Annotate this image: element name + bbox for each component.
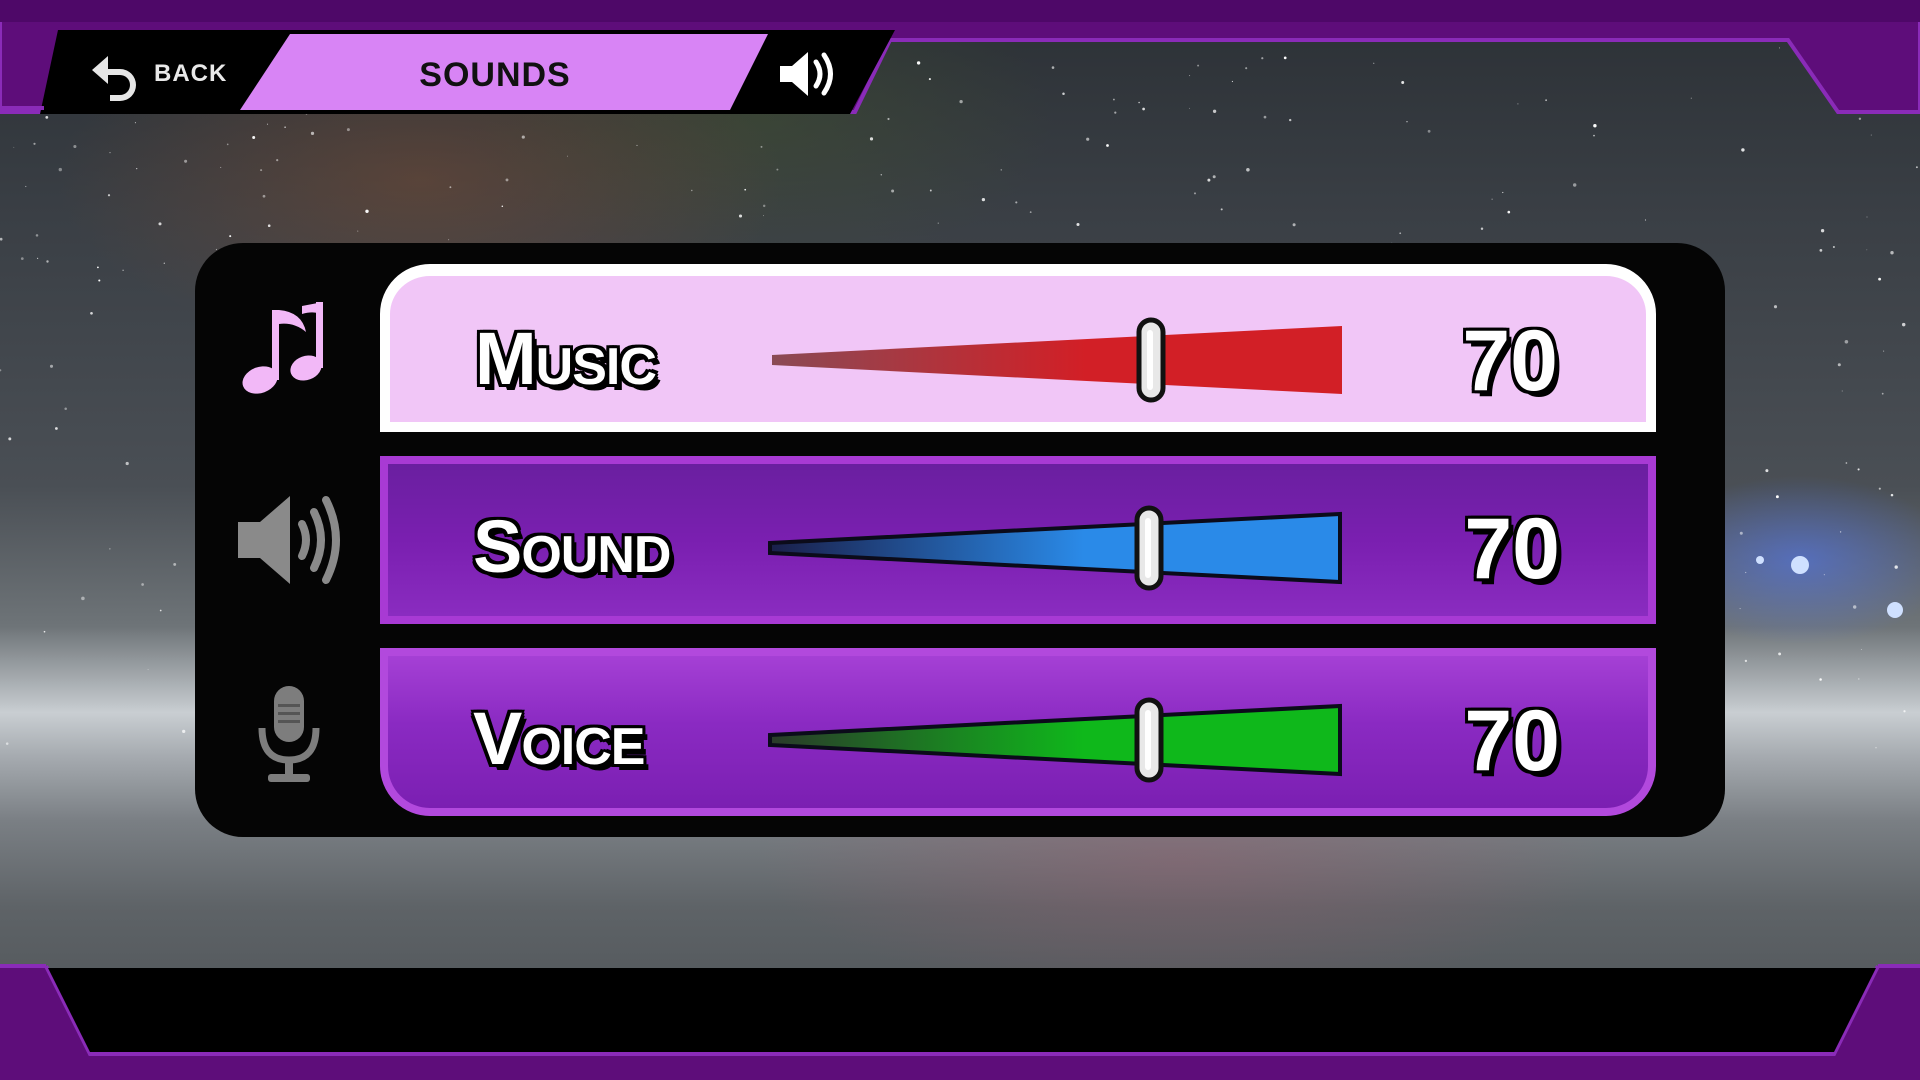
sound-volume-row[interactable]: Sound 70	[380, 456, 1656, 624]
music-volume-row[interactable]: Music 70	[380, 264, 1656, 432]
music-volume-slider[interactable]	[770, 276, 1370, 444]
back-label: BACK	[154, 60, 228, 87]
voice-label: Voice	[473, 697, 645, 780]
sound-label: Sound	[473, 505, 671, 588]
music-slider-graphic	[772, 317, 1342, 403]
sound-slider-graphic	[768, 505, 1342, 591]
microphone-icon	[258, 686, 320, 782]
back-button[interactable]: BACK	[86, 44, 227, 104]
sound-value: 70	[1464, 501, 1560, 597]
music-value: 70	[1462, 313, 1558, 409]
voice-volume-row[interactable]: Voice 70	[380, 648, 1656, 816]
top-frame	[0, 0, 1920, 114]
music-note-icon	[242, 302, 323, 394]
voice-value: 70	[1464, 693, 1560, 789]
voice-volume-slider[interactable]	[768, 656, 1368, 824]
sounds-settings-screen: BACK SOUNDS Music 70 Sound 70 Voice 70	[0, 0, 1920, 1080]
page-title: SOUNDS	[419, 55, 571, 94]
sound-volume-slider[interactable]	[768, 464, 1368, 632]
music-volume-track	[772, 326, 1342, 394]
speaker-icon	[238, 496, 340, 584]
speaker-icon	[780, 52, 833, 96]
bottom-frame	[0, 964, 1920, 1080]
sound-volume-track	[768, 511, 1342, 585]
voice-slider-graphic	[768, 697, 1342, 783]
music-label: Music	[475, 317, 657, 400]
voice-volume-track	[768, 703, 1342, 777]
back-arrow-icon	[92, 56, 136, 101]
